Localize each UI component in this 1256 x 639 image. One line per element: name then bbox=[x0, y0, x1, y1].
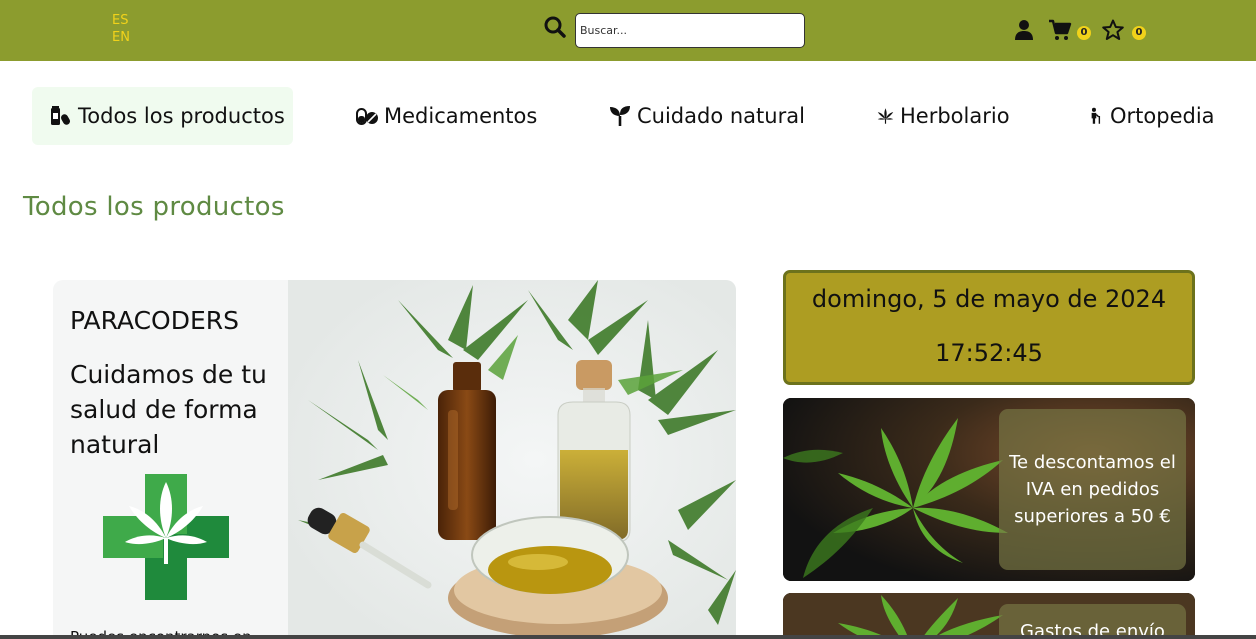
person-cane-icon bbox=[1087, 105, 1104, 127]
star-icon[interactable] bbox=[1101, 18, 1125, 42]
nav-cuidado-natural[interactable]: Cuidado natural bbox=[609, 87, 805, 145]
nav-herbolario[interactable]: Herbolario bbox=[877, 87, 1010, 145]
cart-count-badge: 0 bbox=[1077, 26, 1091, 40]
pills-bottle-icon bbox=[50, 105, 72, 127]
nav-label: Medicamentos bbox=[384, 104, 538, 128]
current-date: domingo, 5 de mayo de 2024 bbox=[811, 285, 1167, 313]
nav-ortopedia[interactable]: Ortopedia bbox=[1087, 87, 1215, 145]
top-bar: ES EN 0 0 bbox=[0, 0, 1256, 61]
user-icon[interactable] bbox=[1012, 18, 1036, 42]
cannabis-leaf-icon bbox=[877, 105, 894, 127]
nav-label: Todos los productos bbox=[78, 104, 285, 128]
search-input[interactable] bbox=[575, 13, 805, 48]
date-clock-widget: domingo, 5 de mayo de 2024 17:52:45 bbox=[783, 270, 1195, 385]
language-switcher: ES EN bbox=[112, 12, 130, 46]
page-title: Todos los productos bbox=[23, 192, 285, 222]
capsules-icon bbox=[356, 105, 378, 127]
hero-slogan: Cuidamos de tu salud de forma natural bbox=[70, 360, 267, 459]
current-time: 17:52:45 bbox=[935, 339, 1043, 367]
favorites-count-badge: 0 bbox=[1132, 26, 1146, 40]
cart-icon[interactable] bbox=[1048, 18, 1072, 42]
nav-medicamentos[interactable]: Medicamentos bbox=[356, 87, 537, 145]
promo-text-panel: Te descontamos el IVA en pedidos superio… bbox=[999, 409, 1186, 570]
nav-label: Herbolario bbox=[900, 104, 1010, 128]
promo-card-envio[interactable]: Gastos de envío bbox=[783, 593, 1195, 639]
seedling-icon bbox=[609, 105, 631, 127]
lang-en-link[interactable]: EN bbox=[112, 29, 130, 46]
bottom-divider bbox=[0, 635, 1256, 639]
search-icon[interactable] bbox=[543, 15, 567, 39]
promo-text-panel: Gastos de envío bbox=[999, 604, 1186, 639]
nav-todos-los-productos[interactable]: Todos los productos bbox=[32, 87, 293, 145]
lang-es-link[interactable]: ES bbox=[112, 12, 130, 29]
nav-label: Cuidado natural bbox=[637, 104, 805, 128]
promo-card-iva[interactable]: Te descontamos el IVA en pedidos superio… bbox=[783, 398, 1195, 581]
promo-text: Te descontamos el IVA en pedidos superio… bbox=[1009, 452, 1176, 527]
cbd-oil-bottles-image bbox=[288, 280, 736, 639]
pharmacy-cross-leaf-logo bbox=[103, 474, 229, 600]
hero-banner: PARACODERS Cuidamos de tu salud de forma… bbox=[53, 280, 736, 639]
hero-brand: PARACODERS bbox=[70, 306, 240, 335]
nav-label: Ortopedia bbox=[1110, 104, 1215, 128]
